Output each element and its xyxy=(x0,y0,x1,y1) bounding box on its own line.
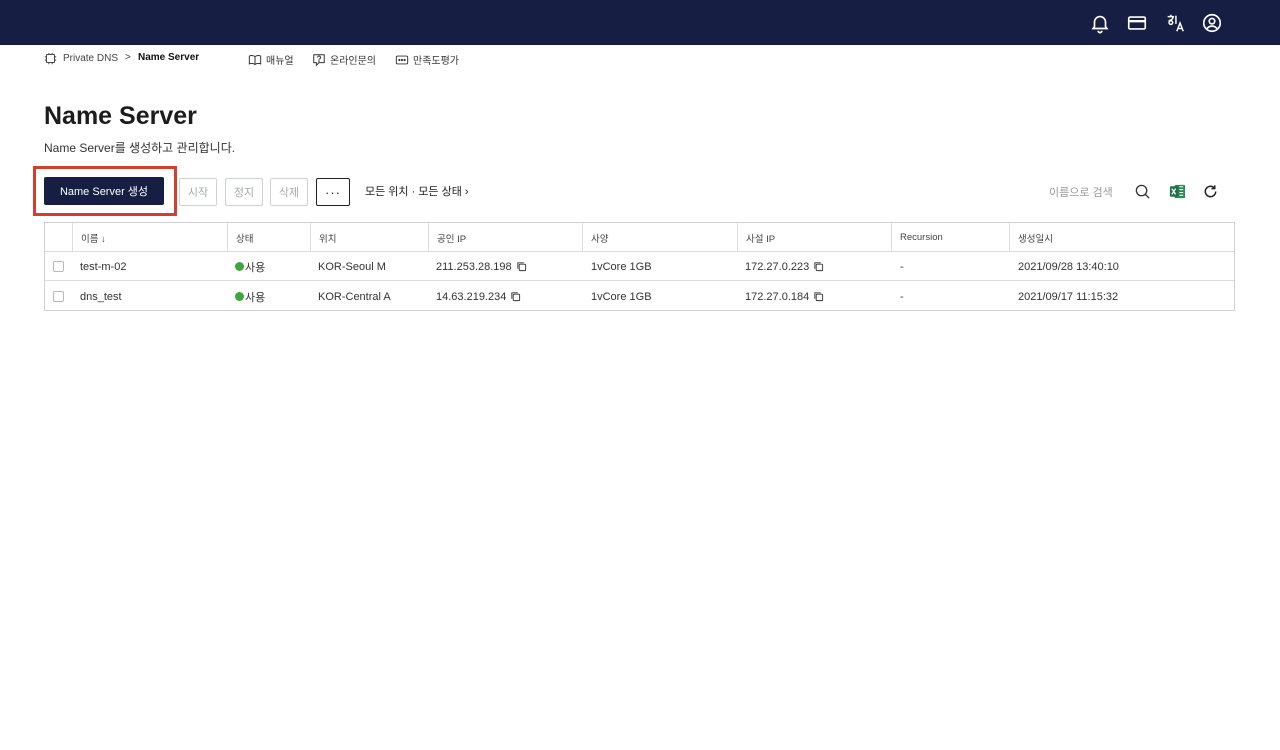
row-checkbox[interactable] xyxy=(53,261,64,272)
cell-spec: 1vCore 1GB xyxy=(591,260,652,273)
private-ip-value: 172.27.0.223 xyxy=(745,260,810,273)
cell-public-ip: 211.253.28.198 xyxy=(436,252,527,281)
manual-link[interactable]: 매뉴얼 xyxy=(248,52,294,67)
select-all-cell xyxy=(53,223,73,252)
header-public-ip[interactable]: 공인 IP xyxy=(428,223,582,252)
chat-dots-icon xyxy=(395,55,409,64)
header-spec[interactable]: 사양 xyxy=(582,223,737,252)
book-icon xyxy=(248,54,262,65)
row-checkbox[interactable] xyxy=(53,291,64,302)
copy-icon[interactable] xyxy=(510,291,521,302)
cell-location: KOR-Seoul M xyxy=(318,260,386,273)
breadcrumb-current: Name Server xyxy=(138,52,200,63)
top-nav-bar xyxy=(0,0,1280,45)
breadcrumb-separator: > xyxy=(125,52,131,63)
delete-button[interactable]: 삭제 xyxy=(270,178,308,206)
copy-icon[interactable] xyxy=(813,291,824,302)
header-created[interactable]: 생성일시 xyxy=(1009,223,1234,252)
refresh-icon[interactable] xyxy=(1201,182,1219,200)
cell-recursion: - xyxy=(900,290,904,303)
survey-link-label: 만족도평가 xyxy=(413,56,459,67)
cell-status: 사용 xyxy=(235,252,265,281)
status-dot xyxy=(235,292,244,301)
cell-public-ip: 14.63.219.234 xyxy=(436,282,521,311)
survey-link[interactable]: 만족도평가 xyxy=(395,52,459,67)
page-description: Name Server를 생성하고 관리합니다. xyxy=(44,141,236,155)
excel-icon[interactable] xyxy=(1168,182,1186,200)
status-label: 사용 xyxy=(245,261,266,274)
header-name[interactable]: 이름 ↓ xyxy=(72,223,227,252)
card-icon[interactable] xyxy=(1125,11,1149,35)
name-server-table: 이름 ↓ 상태 위치 공인 IP 사양 사설 IP Recursion 생성일시… xyxy=(44,222,1235,311)
status-label: 사용 xyxy=(245,291,266,304)
start-button[interactable]: 시작 xyxy=(179,178,217,206)
cell-name[interactable]: test-m-02 xyxy=(80,252,126,281)
inquiry-link[interactable]: 온라인문의 xyxy=(312,52,376,67)
create-name-server-button[interactable]: Name Server 생성 xyxy=(44,177,164,205)
public-ip-value: 14.63.219.234 xyxy=(436,290,507,303)
header-recursion[interactable]: Recursion xyxy=(891,223,1009,252)
stop-button[interactable]: 정지 xyxy=(225,178,263,206)
more-button[interactable]: ··· xyxy=(316,178,350,206)
public-ip-value: 211.253.28.198 xyxy=(436,260,512,273)
status-dot xyxy=(235,262,244,271)
cell-created: 2021/09/17 11:15:32 xyxy=(1018,290,1119,303)
header-status[interactable]: 상태 xyxy=(227,223,310,252)
bell-icon[interactable] xyxy=(1088,11,1112,35)
chip-icon xyxy=(44,52,57,65)
account-icon[interactable] xyxy=(1200,11,1224,35)
translate-icon[interactable] xyxy=(1163,11,1187,35)
inquiry-link-label: 온라인문의 xyxy=(330,56,376,67)
cell-recursion: - xyxy=(900,260,904,273)
breadcrumb-root[interactable]: Private DNS xyxy=(44,52,118,65)
cell-status: 사용 xyxy=(235,282,265,311)
breadcrumb-root-label: Private DNS xyxy=(63,53,119,64)
private-ip-value: 172.27.0.184 xyxy=(745,290,810,303)
search-input[interactable]: 이름으로 검색 xyxy=(1049,184,1113,200)
cell-location: KOR-Central A xyxy=(318,290,391,303)
cell-name[interactable]: dns_test xyxy=(80,282,122,311)
table-row[interactable]: test-m-02 사용 KOR-Seoul M 211.253.28.198 … xyxy=(45,252,1234,281)
cell-created: 2021/09/28 13:40:10 xyxy=(1018,260,1119,273)
question-icon xyxy=(313,53,325,66)
cell-private-ip: 172.27.0.184 xyxy=(745,282,824,311)
header-private-ip[interactable]: 사설 IP xyxy=(737,223,891,252)
search-icon[interactable] xyxy=(1133,182,1151,200)
copy-icon[interactable] xyxy=(516,261,527,272)
cell-spec: 1vCore 1GB xyxy=(591,290,652,303)
copy-icon[interactable] xyxy=(813,261,824,272)
page-title: Name Server xyxy=(44,102,197,130)
header-location[interactable]: 위치 xyxy=(310,223,428,252)
row-checkbox-cell xyxy=(53,252,64,281)
row-checkbox-cell xyxy=(53,282,64,311)
cell-private-ip: 172.27.0.223 xyxy=(745,252,824,281)
table-row[interactable]: dns_test 사용 KOR-Central A 14.63.219.234 … xyxy=(45,282,1234,311)
manual-link-label: 매뉴얼 xyxy=(266,56,294,67)
table-header-row: 이름 ↓ 상태 위치 공인 IP 사양 사설 IP Recursion 생성일시 xyxy=(45,223,1234,252)
filter-dropdown[interactable]: 모든 위치 · 모든 상태 › xyxy=(365,183,469,199)
